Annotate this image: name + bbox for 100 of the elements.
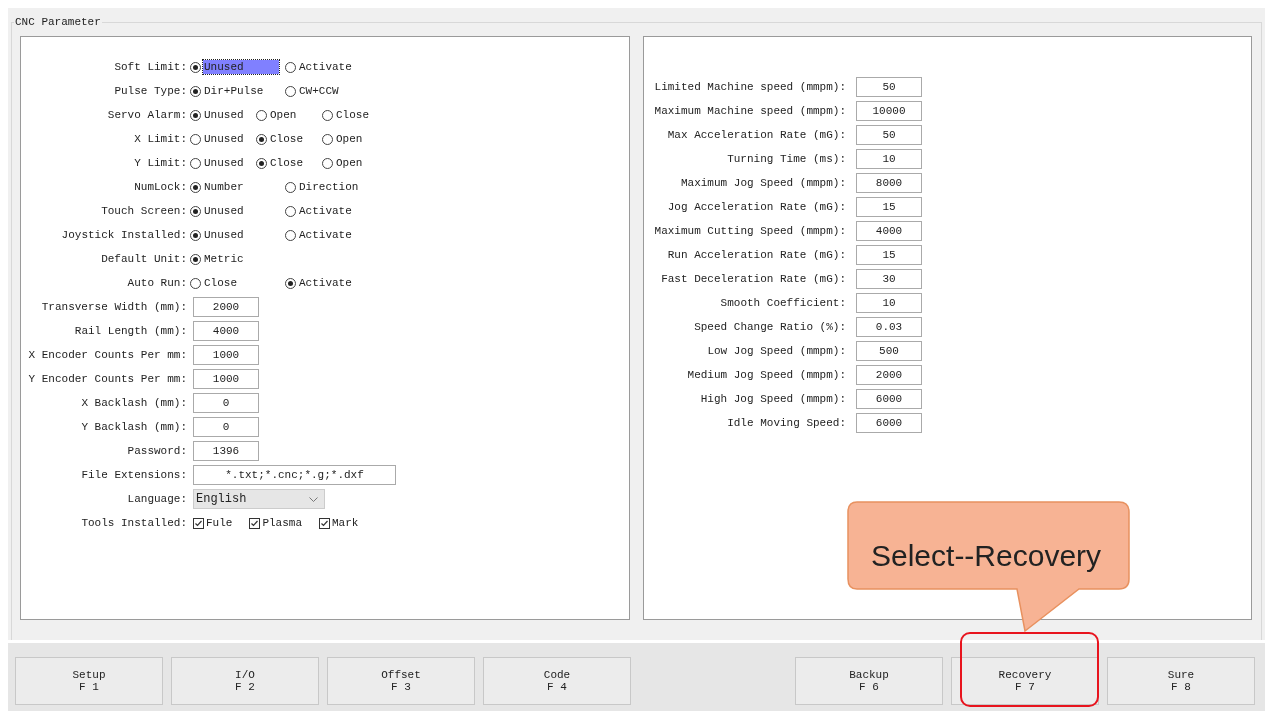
input-field[interactable]: 2000 <box>856 365 922 385</box>
field-label: Y Limit: <box>133 157 187 169</box>
option-label[interactable]: Open <box>269 108 298 122</box>
callout-text: Select--Recovery <box>871 539 1102 573</box>
radio-button[interactable] <box>322 109 333 121</box>
function-key-button[interactable]: Sure F 8 <box>1107 657 1255 705</box>
function-key-button[interactable]: Offset F 3 <box>327 657 475 705</box>
radio-button[interactable] <box>190 253 201 265</box>
option-label[interactable]: Close <box>203 276 238 290</box>
field-label: Speed Change Ratio (%): <box>693 321 846 333</box>
input-field[interactable]: 50 <box>856 77 922 97</box>
group-title: CNC Parameter <box>14 16 102 28</box>
radio-button[interactable] <box>256 157 267 169</box>
field-label: Joystick Installed: <box>60 229 187 241</box>
input-field[interactable]: 1396 <box>193 441 259 461</box>
radio-button[interactable] <box>285 205 296 217</box>
function-key-button[interactable]: Backup F 6 <box>795 657 943 705</box>
input-field[interactable]: 6000 <box>856 389 922 409</box>
input-field[interactable]: 30 <box>856 269 922 289</box>
checkbox[interactable] <box>249 517 261 529</box>
language-dropdown[interactable]: English <box>193 489 325 509</box>
option-label[interactable]: Activate <box>298 228 353 242</box>
input-field[interactable]: 8000 <box>856 173 922 193</box>
checkbox[interactable] <box>193 517 204 529</box>
option-label[interactable]: Unused <box>203 228 245 242</box>
input-field[interactable]: 500 <box>856 341 922 361</box>
option-label[interactable]: Unused <box>203 132 245 146</box>
input-field[interactable]: 6000 <box>856 413 922 433</box>
option-label[interactable]: Activate <box>298 276 353 290</box>
input-field[interactable]: 10000 <box>856 101 922 121</box>
input-field[interactable]: 10 <box>856 149 922 169</box>
input-field[interactable]: 10 <box>856 293 922 313</box>
radio-button[interactable] <box>285 229 296 241</box>
option-label[interactable]: Number <box>203 180 245 194</box>
function-key-button[interactable]: Code F 4 <box>483 657 631 705</box>
field-label: Rail Length (mm): <box>73 325 187 337</box>
radio-button[interactable] <box>285 277 296 289</box>
radio-button[interactable] <box>322 157 333 169</box>
input-field[interactable]: 50 <box>856 125 922 145</box>
option-label[interactable]: Mark <box>332 517 359 529</box>
input-field[interactable]: 4000 <box>193 321 259 341</box>
option-label[interactable]: Dir+Pulse <box>203 84 265 98</box>
option-label[interactable]: CW+CCW <box>298 84 340 98</box>
function-key-button[interactable]: Setup F 1 <box>15 657 163 705</box>
radio-button[interactable] <box>190 229 201 241</box>
field-label: Jog Acceleration Rate (mG): <box>666 201 846 213</box>
checkbox[interactable] <box>319 517 330 529</box>
option-label[interactable]: Plasma <box>262 517 302 529</box>
input-field[interactable]: 15 <box>856 245 922 265</box>
radio-button[interactable] <box>190 277 201 289</box>
field-label: Idle Moving Speed: <box>726 417 846 429</box>
field-label: Pulse Type: <box>113 85 187 97</box>
input-field[interactable]: 15 <box>856 197 922 217</box>
radio-button[interactable] <box>285 181 296 193</box>
option-label[interactable]: Metric <box>203 252 245 266</box>
option-label[interactable]: Activate <box>298 60 353 74</box>
radio-button[interactable] <box>190 61 201 73</box>
field-label: Max Acceleration Rate (mG): <box>666 129 846 141</box>
field-label: File Extensions: <box>80 469 187 481</box>
radio-button[interactable] <box>190 109 201 121</box>
input-field[interactable]: 4000 <box>856 221 922 241</box>
input-field[interactable]: 0 <box>193 393 259 413</box>
option-label[interactable]: Close <box>269 132 304 146</box>
radio-button[interactable] <box>256 109 267 121</box>
radio-button[interactable] <box>190 181 201 193</box>
radio-button[interactable] <box>322 133 333 145</box>
field-label: Smooth Coefficient: <box>719 297 846 309</box>
option-label[interactable]: Unused <box>203 108 245 122</box>
option-label[interactable]: Fule <box>206 517 233 529</box>
radio-button[interactable] <box>256 133 267 145</box>
radio-button[interactable] <box>285 85 296 97</box>
option-label[interactable]: Close <box>335 108 370 122</box>
radio-button[interactable] <box>190 157 201 169</box>
option-label[interactable]: Unused <box>203 156 245 170</box>
input-field[interactable]: 0 <box>193 417 259 437</box>
radio-button[interactable] <box>190 85 201 97</box>
field-label: Low Jog Speed (mmpm): <box>706 345 846 357</box>
function-key-button[interactable]: Recovery F 7 <box>951 657 1099 705</box>
radio-button[interactable] <box>190 133 201 145</box>
field-label: Tools Installed: <box>80 517 187 529</box>
field-label: X Backlash (mm): <box>80 397 187 409</box>
input-field[interactable]: 0.03 <box>856 317 922 337</box>
option-label[interactable]: Open <box>335 156 364 170</box>
option-label[interactable]: Direction <box>298 180 360 194</box>
option-label[interactable]: Close <box>269 156 304 170</box>
option-label[interactable]: Open <box>335 132 364 146</box>
input-field[interactable]: 2000 <box>193 297 259 317</box>
function-key-button[interactable]: I/O F 2 <box>171 657 319 705</box>
input-field[interactable]: *.txt;*.cnc;*.g;*.dxf <box>193 465 396 485</box>
option-label[interactable]: Unused <box>203 204 245 218</box>
input-field[interactable]: 1000 <box>193 369 259 389</box>
radio-button[interactable] <box>285 61 296 73</box>
field-label: Transverse Width (mm): <box>40 301 187 313</box>
radio-button[interactable] <box>190 205 201 217</box>
field-label: Password: <box>126 445 187 457</box>
option-label[interactable]: Activate <box>298 204 353 218</box>
field-label: Language: <box>126 493 187 505</box>
field-label: NumLock: <box>133 181 187 193</box>
input-field[interactable]: 1000 <box>193 345 259 365</box>
option-label[interactable]: Unused <box>203 60 279 74</box>
